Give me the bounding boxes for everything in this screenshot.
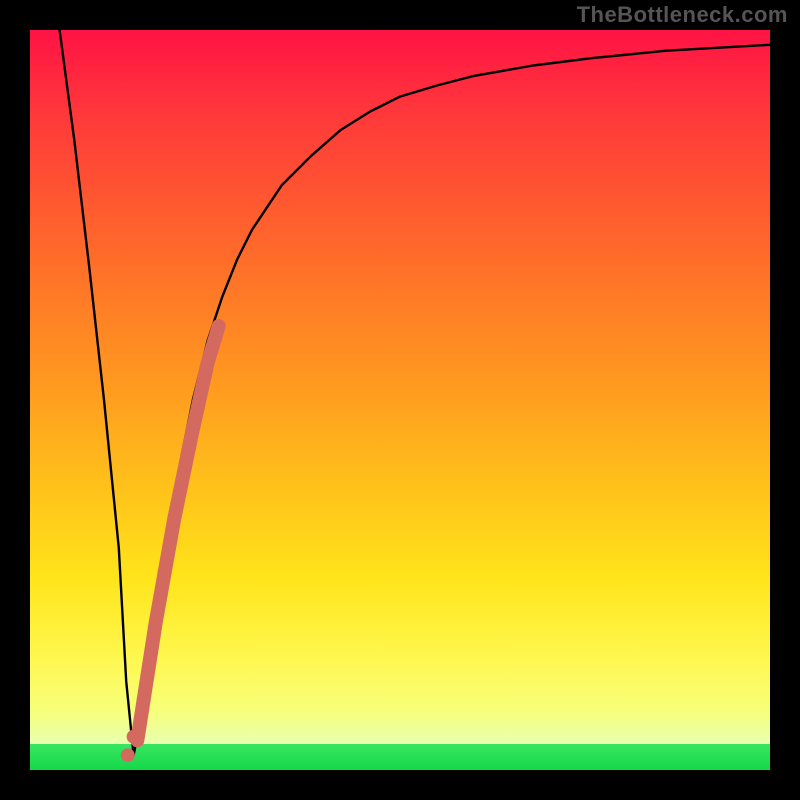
bottleneck-curve xyxy=(60,30,770,755)
chart-frame: TheBottleneck.com xyxy=(0,0,800,800)
highlight-dot xyxy=(121,748,135,762)
curve-layer xyxy=(30,30,770,770)
highlight-dot xyxy=(127,730,141,744)
plot-area xyxy=(30,30,770,770)
watermark-text: TheBottleneck.com xyxy=(577,2,788,28)
highlight-segment xyxy=(137,326,218,740)
